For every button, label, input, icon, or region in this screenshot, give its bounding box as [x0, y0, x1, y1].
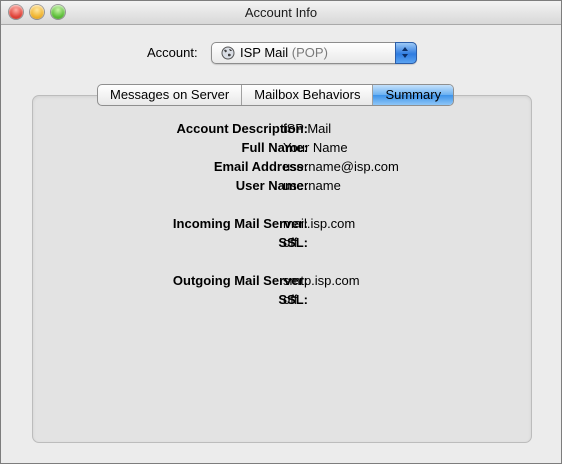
- incoming-server-value: mail.isp.com: [283, 216, 356, 231]
- tab-messages-on-server[interactable]: Messages on Server: [98, 85, 243, 105]
- user-name-value: username: [283, 178, 341, 193]
- title-bar[interactable]: Account Info: [1, 1, 561, 25]
- summary-row-email-address: Email Address: username@isp.com: [32, 159, 530, 177]
- summary-row-outgoing-server: Outgoing Mail Server: smtp.isp.com: [32, 273, 530, 291]
- outgoing-ssl-value: off: [283, 292, 298, 307]
- summary-row-outgoing-ssl: SSL: off: [32, 292, 530, 310]
- summary-row-account-description: Account Description: ISP Mail: [32, 121, 530, 139]
- incoming-ssl-value: off: [283, 235, 298, 250]
- window-title: Account Info: [244, 5, 318, 20]
- tab-bar: Messages on Server Mailbox Behaviors Sum…: [97, 84, 455, 106]
- summary-row-user-name: User Name: username: [32, 178, 530, 196]
- summary-row-incoming-ssl: SSL: off: [32, 235, 530, 253]
- outgoing-server-value: smtp.isp.com: [283, 273, 360, 288]
- popup-arrows-icon: [395, 42, 417, 64]
- full-name-value: Your Name: [283, 140, 348, 155]
- email-address-value: username@isp.com: [283, 159, 399, 174]
- account-type: (POP): [291, 45, 328, 60]
- summary-row-full-name: Full Name: Your Name: [32, 140, 530, 158]
- tab-summary[interactable]: Summary: [373, 85, 454, 105]
- account-name: ISP Mail: [240, 45, 289, 60]
- account-popup-value: ISP Mail (POP): [240, 45, 328, 60]
- account-info-window: Account Info Account: ISP Mail (POP) Mes…: [0, 0, 562, 464]
- tab-mailbox-behaviors[interactable]: Mailbox Behaviors: [242, 85, 374, 105]
- summary-row-incoming-server: Incoming Mail Server: mail.isp.com: [32, 216, 530, 234]
- globe-icon: [221, 46, 235, 60]
- account-label: Account:: [147, 45, 198, 60]
- account-description-value: ISP Mail: [283, 121, 332, 136]
- account-popup[interactable]: ISP Mail (POP): [211, 42, 417, 64]
